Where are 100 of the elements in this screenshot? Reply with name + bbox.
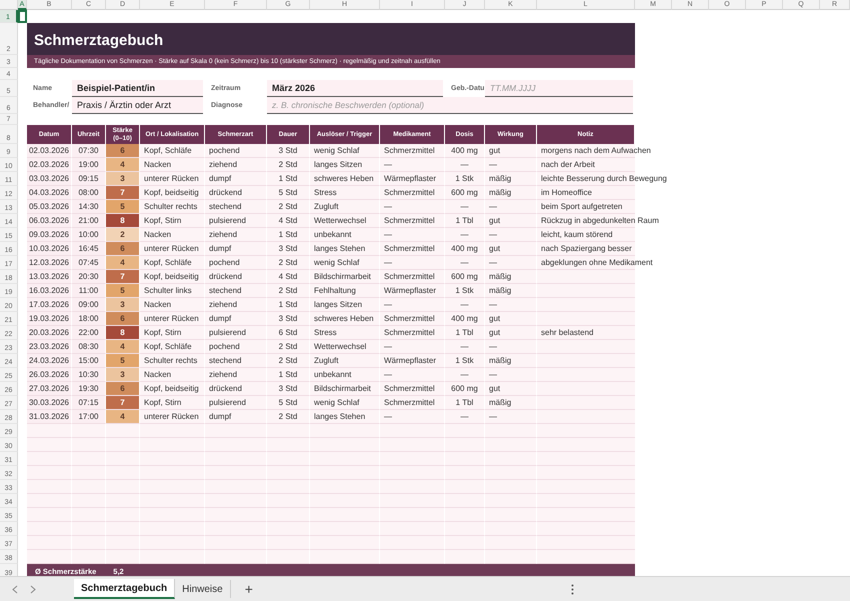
table-cell [205,522,267,536]
table-cell: — [380,298,445,312]
table-cell: 19:00 [72,158,106,172]
table-cell: pulsierend [205,396,267,410]
table-cell: 09:00 [72,298,106,312]
sheet-title: Schmerztagebuch [27,23,635,55]
table-cell: Bildschirmarbeit [310,270,380,284]
table-cell [445,438,485,452]
table-cell [485,480,537,494]
table-cell: Wetterwechsel [310,340,380,354]
table-cell [27,508,72,522]
strength-cell: 4 [106,340,140,354]
table-cell: Stress [310,186,380,200]
table-cell [205,424,267,438]
table-cell: mäßig [485,186,537,200]
strength-cell: 5 [106,284,140,298]
table-cell: pochend [205,340,267,354]
table-cell: 06.03.2026 [27,214,72,228]
field-value[interactable]: Praxis / Ärztin oder Arzt [72,97,203,114]
table-cell: Wärmepflaster [380,172,445,186]
table-cell: pulsierend [205,214,267,228]
table-cell [27,494,72,508]
table-cell: 2 Std [267,158,310,172]
table-cell [267,550,310,564]
table-cell [106,536,140,550]
table-cell: langes Sitzen [310,298,380,312]
table-cell: 24.03.2026 [27,354,72,368]
table-cell: 09:15 [72,172,106,186]
table-cell: gut [485,144,537,158]
scroll-left-icon[interactable] [12,584,18,594]
table-cell: Fehlhaltung [310,284,380,298]
table-cell [140,494,205,508]
table-cell: Nacken [140,368,205,382]
table-cell: Wärmepflaster [380,354,445,368]
table-cell [445,550,485,564]
table-cell: schweres Heben [310,172,380,186]
table-cell: 03.03.2026 [27,172,72,186]
more-icon[interactable] [570,584,574,594]
table-cell [205,508,267,522]
table-cell: drückend [205,382,267,396]
table-cell [380,466,445,480]
table-cell: schweres Heben [310,312,380,326]
table-cell: dumpf [205,410,267,424]
table-cell [485,522,537,536]
table-cell: 07:15 [72,396,106,410]
table-cell: 02.03.2026 [27,158,72,172]
input-field[interactable]: z. B. chronische Beschwerden (optional) [267,97,633,114]
table-cell: Schmerzmittel [380,186,445,200]
sheet-tab[interactable]: Schmerztagebuch [74,579,176,599]
table-cell: 2 Std [267,284,310,298]
table-cell: — [380,200,445,214]
table-cell [380,452,445,466]
table-cell: Kopf, Stirn [140,214,205,228]
table-cell: pochend [205,144,267,158]
table-cell: Schmerzmittel [380,312,445,326]
scroll-right-icon[interactable] [30,584,36,594]
table-cell [72,536,106,550]
table-cell: — [445,200,485,214]
selected-cell[interactable] [18,10,27,23]
table-cell [27,480,72,494]
table-cell [267,424,310,438]
table-cell: unterer Rücken [140,242,205,256]
table-cell: langes Sitzen [310,158,380,172]
table-cell [380,424,445,438]
table-cell [106,550,140,564]
table-cell [485,536,537,550]
table-cell: 10:30 [72,368,106,382]
table-cell [485,424,537,438]
table-cell: 2 Std [267,200,310,214]
table-cell: 27.03.2026 [27,382,72,396]
strength-cell: 4 [106,256,140,270]
table-cell: 5 Std [267,186,310,200]
table-cell: — [380,340,445,354]
table-cell: Kopf, beidseitig [140,382,205,396]
table-cell: 02.03.2026 [27,144,72,158]
table-cell [140,536,205,550]
table-cell [72,522,106,536]
table-cell: — [380,256,445,270]
table-cell [106,466,140,480]
table-cell: 07:30 [72,144,106,158]
table-cell [485,438,537,452]
sheet-tab[interactable]: Hinweise [175,580,231,598]
input-field[interactable]: TT.MM.JJJJ [485,80,633,97]
strength-cell: 6 [106,242,140,256]
table-cell: — [445,410,485,424]
table-cell [140,522,205,536]
table-cell: 2 Std [267,340,310,354]
table-cell [72,550,106,564]
field-value[interactable]: Beispiel-Patient/in [72,80,203,97]
table-cell: 26.03.2026 [27,368,72,382]
table-cell: 4 Std [267,270,310,284]
table-cell [267,480,310,494]
table-cell: — [485,256,537,270]
strength-cell: 7 [106,270,140,284]
table-cell: 07:45 [72,256,106,270]
add-sheet-button[interactable]: + [238,581,259,597]
table-cell: — [380,410,445,424]
table-cell: — [380,368,445,382]
field-value[interactable]: März 2026 [267,80,443,97]
table-cell: ziehend [205,228,267,242]
